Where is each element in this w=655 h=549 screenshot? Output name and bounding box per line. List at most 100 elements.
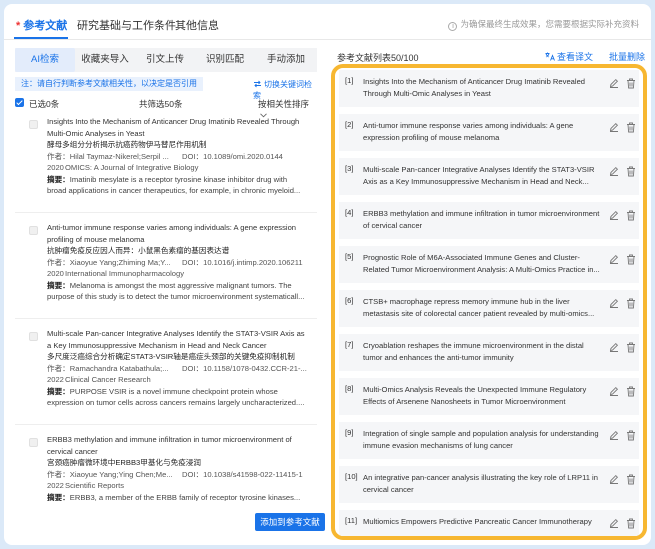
trash-icon[interactable] bbox=[626, 342, 636, 353]
reference-number: [3] bbox=[345, 164, 354, 173]
batch-delete-button[interactable]: 批量删除 bbox=[609, 50, 645, 63]
reference-number: [1] bbox=[345, 76, 354, 85]
reference-item[interactable]: [8] Multi-Omics Analysis Reveals the Une… bbox=[339, 378, 639, 415]
trash-icon[interactable] bbox=[626, 254, 636, 265]
result-year: 2022 bbox=[47, 481, 64, 490]
abstract-label: 摘要： bbox=[47, 492, 70, 502]
reference-item[interactable]: [3] Multi-scale Pan-cancer Integrative A… bbox=[339, 158, 639, 195]
divider bbox=[15, 318, 317, 319]
filtered-total: 共筛选50条 bbox=[139, 99, 183, 109]
edit-icon[interactable] bbox=[609, 342, 619, 352]
result-journal: Clinical Cancer Research bbox=[65, 375, 151, 384]
sort-label: 按相关性排序 bbox=[258, 99, 310, 109]
view-translation-button[interactable]: 查看译文 bbox=[545, 50, 593, 63]
reference-item[interactable]: [1] Insights Into the Mechanism of Antic… bbox=[339, 70, 639, 107]
result-abstract: PURPOSE VSIR is a novel immune checkpoin… bbox=[47, 386, 305, 408]
subtab-citation-upload[interactable]: 引文上传 bbox=[135, 48, 195, 72]
edit-icon[interactable] bbox=[609, 122, 619, 132]
reference-title: Multi-scale Pan-cancer Integrative Analy… bbox=[363, 165, 595, 186]
reference-number: [11] bbox=[345, 516, 358, 525]
result-journal: International Immunopharmacology bbox=[65, 269, 185, 278]
edit-icon[interactable] bbox=[609, 166, 619, 176]
divider bbox=[15, 212, 317, 213]
reference-item[interactable]: [9] Integration of single sample and pop… bbox=[339, 422, 639, 459]
reference-number: [8] bbox=[345, 384, 354, 393]
edit-icon[interactable] bbox=[609, 474, 619, 484]
result-checkbox[interactable] bbox=[29, 120, 38, 129]
edit-icon[interactable] bbox=[609, 386, 619, 396]
tab-research-basis[interactable]: 研究基础与工作条件 bbox=[77, 17, 176, 33]
search-panel: AI检索 收藏夹导入 引文上传 识别匹配 手动添加 注：请自行判断参考文献相关性… bbox=[15, 48, 325, 536]
abstract-label: 摘要： bbox=[47, 386, 70, 396]
reference-title: Prognostic Role of M6A-Associated Immune… bbox=[363, 253, 600, 274]
result-year: 2020 bbox=[47, 269, 64, 278]
result-year: 2022 bbox=[47, 375, 64, 384]
reference-title: Anti-tumor immune response varies among … bbox=[363, 121, 574, 142]
trash-icon[interactable] bbox=[626, 122, 636, 133]
result-checkbox[interactable] bbox=[29, 332, 38, 341]
info-icon: i bbox=[448, 22, 458, 31]
active-tab-indicator bbox=[14, 37, 68, 39]
reference-title: Cryoablation reshapes the immune microen… bbox=[363, 341, 584, 362]
edit-icon[interactable] bbox=[609, 298, 619, 308]
result-authors: 作者：Xiaoyue Yang;Ying Chen;Me... bbox=[47, 469, 173, 479]
trash-icon[interactable] bbox=[626, 518, 636, 529]
reference-item[interactable]: [7] Cryoablation reshapes the immune mic… bbox=[339, 334, 639, 371]
notice-label: 为确保最终生成效果，您需要根据实际补充资料 bbox=[460, 19, 639, 29]
abstract-label: 摘要： bbox=[47, 174, 70, 184]
reference-item[interactable]: [10] An integrative pan-cancer analysis … bbox=[339, 466, 639, 503]
trash-icon[interactable] bbox=[626, 78, 636, 89]
edit-icon[interactable] bbox=[609, 78, 619, 88]
result-title-cn: 多尺度泛癌综合分析确定STAT3-VSIR轴是癌症头颈部的关键免疫抑制机制 bbox=[47, 352, 295, 361]
result-doi: DOI：10.1016/j.intimp.2020.106211 bbox=[182, 257, 303, 267]
notice-text: i 为确保最终生成效果，您需要根据实际补充资料 bbox=[448, 18, 639, 31]
edit-icon[interactable] bbox=[609, 210, 619, 220]
result-checkbox[interactable] bbox=[29, 438, 38, 447]
subtab-manual-add[interactable]: 手动添加 bbox=[255, 48, 317, 72]
result-title[interactable]: Multi-scale Pan-cancer Integrative Analy… bbox=[47, 328, 307, 351]
reference-item[interactable]: [4] ERBB3 methylation and immune infiltr… bbox=[339, 202, 639, 239]
trash-icon[interactable] bbox=[626, 166, 636, 177]
tab-other-info[interactable]: 其他信息 bbox=[175, 17, 219, 33]
result-title[interactable]: Anti-tumor immune response varies among … bbox=[47, 222, 307, 245]
reference-title: An integrative pan-cancer analysis illus… bbox=[363, 473, 598, 494]
trash-icon[interactable] bbox=[626, 386, 636, 397]
edit-icon[interactable] bbox=[609, 254, 619, 264]
required-mark: * bbox=[16, 20, 21, 32]
result-abstract: ERBB3, a member of the ERBB family of re… bbox=[69, 492, 301, 502]
subtab-favorites-import[interactable]: 收藏夹导入 bbox=[75, 48, 135, 72]
source-tabs: AI检索 收藏夹导入 引文上传 识别匹配 手动添加 bbox=[15, 48, 317, 72]
trash-icon[interactable] bbox=[626, 474, 636, 485]
result-title[interactable]: Insights Into the Mechanism of Anticance… bbox=[47, 116, 307, 139]
trash-icon[interactable] bbox=[626, 210, 636, 221]
edit-icon[interactable] bbox=[609, 518, 619, 528]
reference-title: ERBB3 methylation and immune infiltratio… bbox=[363, 209, 600, 230]
reference-item[interactable]: [6] CTSB+ macrophage repress memory immu… bbox=[339, 290, 639, 327]
reference-item[interactable]: [11] Multiomics Empowers Predictive Panc… bbox=[339, 510, 639, 536]
trash-icon[interactable] bbox=[626, 298, 636, 309]
translate-icon bbox=[545, 52, 555, 61]
subtab-ai-search[interactable]: AI检索 bbox=[15, 48, 75, 72]
result-checkbox[interactable] bbox=[29, 226, 38, 235]
main-window: * 参考文献 研究基础与工作条件 其他信息 i 为确保最终生成效果，您需要根据实际补… bbox=[4, 4, 651, 545]
result-title-cn: 酵母多组分分析揭示抗癌药物伊马替尼作用机制 bbox=[47, 140, 207, 149]
top-tab-bar: * 参考文献 研究基础与工作条件 其他信息 i 为确保最终生成效果，您需要根据实际补… bbox=[4, 4, 651, 40]
edit-icon[interactable] bbox=[609, 430, 619, 440]
abstract-label: 摘要： bbox=[47, 280, 70, 290]
reference-title: CTSB+ macrophage repress memory immune h… bbox=[363, 297, 595, 318]
trash-icon[interactable] bbox=[626, 430, 636, 441]
relevance-hint: 注：请自行判断参考文献相关性，以决定是否引用 bbox=[15, 77, 203, 91]
reference-item[interactable]: [5] Prognostic Role of M6A-Associated Im… bbox=[339, 246, 639, 283]
result-doi: DOI：10.1089/omi.2020.0144 bbox=[182, 151, 283, 161]
add-to-references-button[interactable]: 添加到参考文献 bbox=[255, 513, 325, 531]
result-authors: 作者：Ramachandra Katabathula;... bbox=[47, 363, 169, 373]
reference-title: Integration of single sample and populat… bbox=[363, 429, 599, 450]
select-all-checkbox[interactable] bbox=[15, 98, 24, 107]
reference-number: [10] bbox=[345, 472, 358, 481]
tab-references-label: 参考文献 bbox=[23, 20, 68, 32]
tab-references[interactable]: * 参考文献 bbox=[16, 17, 67, 33]
subtab-recognize-match[interactable]: 识别匹配 bbox=[195, 48, 255, 72]
result-title[interactable]: ERBB3 methylation and immune infiltratio… bbox=[47, 434, 307, 457]
reference-list-header: 参考文献列表50/100 bbox=[337, 53, 419, 63]
reference-item[interactable]: [2] Anti-tumor immune response varies am… bbox=[339, 114, 639, 151]
